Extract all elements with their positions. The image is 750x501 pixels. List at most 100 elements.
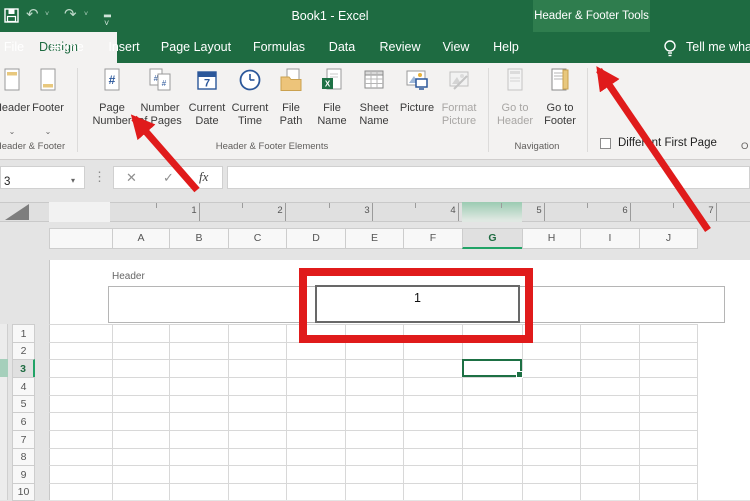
ruler-tick: [199, 203, 200, 221]
tab-home[interactable]: Home: [50, 32, 83, 63]
gridline: [49, 448, 697, 449]
formula-bar-resize-dots-icon[interactable]: ⋮: [93, 169, 106, 185]
enter-icon[interactable]: ✓: [163, 170, 174, 186]
checkbox-different-first-page[interactable]: [600, 138, 611, 149]
ruler-tick: [329, 203, 330, 208]
column-header-e[interactable]: E: [345, 228, 404, 249]
selected-cell-G3[interactable]: [462, 359, 522, 377]
header-icon: [0, 67, 25, 93]
button-label: Format: [442, 102, 477, 114]
column-header-a[interactable]: A: [112, 228, 170, 249]
ruler-band: [0, 202, 750, 222]
ruler-tick: [285, 203, 286, 221]
group-separator: [77, 68, 78, 152]
tab-formulas[interactable]: Formulas: [253, 32, 305, 63]
sheet-name-icon: [361, 67, 387, 93]
tell-me-box[interactable]: Tell me wha: [686, 32, 750, 63]
button-label: Footer: [32, 102, 64, 114]
current-date-icon: 7: [194, 67, 220, 93]
chevron-down-icon[interactable]: ⌄: [45, 127, 52, 136]
gridline: [49, 465, 697, 466]
tab-help[interactable]: Help: [493, 32, 519, 63]
file-path-icon: [278, 67, 304, 93]
row-header-4[interactable]: 4: [12, 377, 35, 396]
column-header-f[interactable]: F: [403, 228, 463, 249]
button-label: Time: [238, 115, 262, 127]
header-area-label: Header: [112, 271, 145, 282]
row-header-1[interactable]: 1: [12, 324, 35, 343]
column-header-i[interactable]: I: [580, 228, 640, 249]
row-header-5[interactable]: 5: [12, 395, 35, 413]
ruler-left-margin: [49, 202, 110, 222]
chevron-down-icon[interactable]: ⌄: [9, 127, 16, 136]
cancel-icon[interactable]: ✕: [126, 170, 137, 186]
current-time-icon: [237, 67, 263, 93]
vertical-ruler-selection-highlight: [0, 359, 8, 377]
ruler-tick: [242, 203, 243, 208]
column-header-b[interactable]: B: [169, 228, 229, 249]
button-label: Current: [232, 102, 269, 114]
vertical-ruler: [0, 324, 8, 500]
row-header-2[interactable]: 2: [12, 342, 35, 360]
tab-file[interactable]: File: [4, 32, 24, 63]
button-label: Date: [195, 115, 218, 127]
go-to-footer-icon: [547, 67, 573, 93]
ruler-tick: [156, 203, 157, 208]
ribbon: Header⌄Footer⌄#PageNumber##Numberof Page…: [0, 63, 750, 160]
tab-insert[interactable]: Insert: [108, 32, 139, 63]
customize-qat-icon[interactable]: ▂˅: [104, 7, 111, 28]
button-label: of Pages: [138, 115, 181, 127]
svg-text:7: 7: [204, 78, 210, 90]
ruler-number: 4: [450, 205, 455, 216]
svg-text:#: #: [162, 79, 167, 88]
button-label: Name: [359, 115, 388, 127]
go-to-header-icon: [502, 67, 528, 93]
row-header-8[interactable]: 8: [12, 448, 35, 466]
column-header-margin: [49, 228, 113, 249]
name-box-dropdown-icon[interactable]: ▾: [71, 176, 75, 185]
column-header-j[interactable]: J: [639, 228, 698, 249]
redo-dropdown-icon[interactable]: ˅: [84, 11, 88, 18]
redo-icon[interactable]: ↷: [64, 5, 77, 23]
name-box[interactable]: 3 ▾: [0, 166, 85, 189]
name-box-value: 3: [4, 176, 10, 188]
number-of-pages-icon: ##: [147, 67, 173, 93]
row-header-6[interactable]: 6: [12, 412, 35, 431]
page-number-icon: #: [99, 67, 125, 93]
row-header-10[interactable]: 10: [12, 483, 35, 501]
tab-view[interactable]: View: [443, 32, 470, 63]
column-header-d[interactable]: D: [286, 228, 346, 249]
annotation-red-rectangle: [299, 268, 533, 343]
ruler-tick: [716, 203, 717, 221]
row-header-3[interactable]: 3: [12, 359, 35, 378]
excel-window: ↶ ˅ ↷ ˅ ▂˅ Book1 - Excel Header & Footer…: [0, 0, 750, 500]
save-icon[interactable]: [4, 8, 19, 28]
row-header-7[interactable]: 7: [12, 430, 35, 449]
insert-function-icon[interactable]: fx: [199, 169, 208, 185]
button-label: Picture: [400, 102, 434, 114]
tab-review[interactable]: Review: [380, 32, 421, 63]
undo-dropdown-icon[interactable]: ˅: [45, 11, 49, 18]
tab-data[interactable]: Data: [329, 32, 355, 63]
gridline: [49, 412, 697, 413]
tab-page-layout[interactable]: Page Layout: [161, 32, 231, 63]
window-title: Book1 - Excel: [291, 0, 368, 32]
column-header-g[interactable]: G: [462, 228, 523, 249]
group-separator: [488, 68, 489, 152]
column-header-h[interactable]: H: [522, 228, 581, 249]
group-label-options: O: [741, 141, 748, 152]
row-header-9[interactable]: 9: [12, 465, 35, 484]
footer-icon: [35, 67, 61, 93]
ruler-number: 1: [191, 205, 196, 216]
formula-input[interactable]: [227, 166, 750, 189]
group-separator: [587, 68, 588, 152]
gridline: [49, 359, 697, 360]
button-label: Path: [280, 115, 303, 127]
ruler-tick: [630, 203, 631, 221]
ribbon-tab-bar: Design FileHomeInsertPage LayoutFormulas…: [0, 32, 750, 63]
fill-handle[interactable]: [516, 371, 523, 378]
column-header-c[interactable]: C: [228, 228, 287, 249]
button-label: Current: [189, 102, 226, 114]
ruler-tick: [458, 203, 459, 221]
undo-icon[interactable]: ↶: [26, 5, 39, 23]
